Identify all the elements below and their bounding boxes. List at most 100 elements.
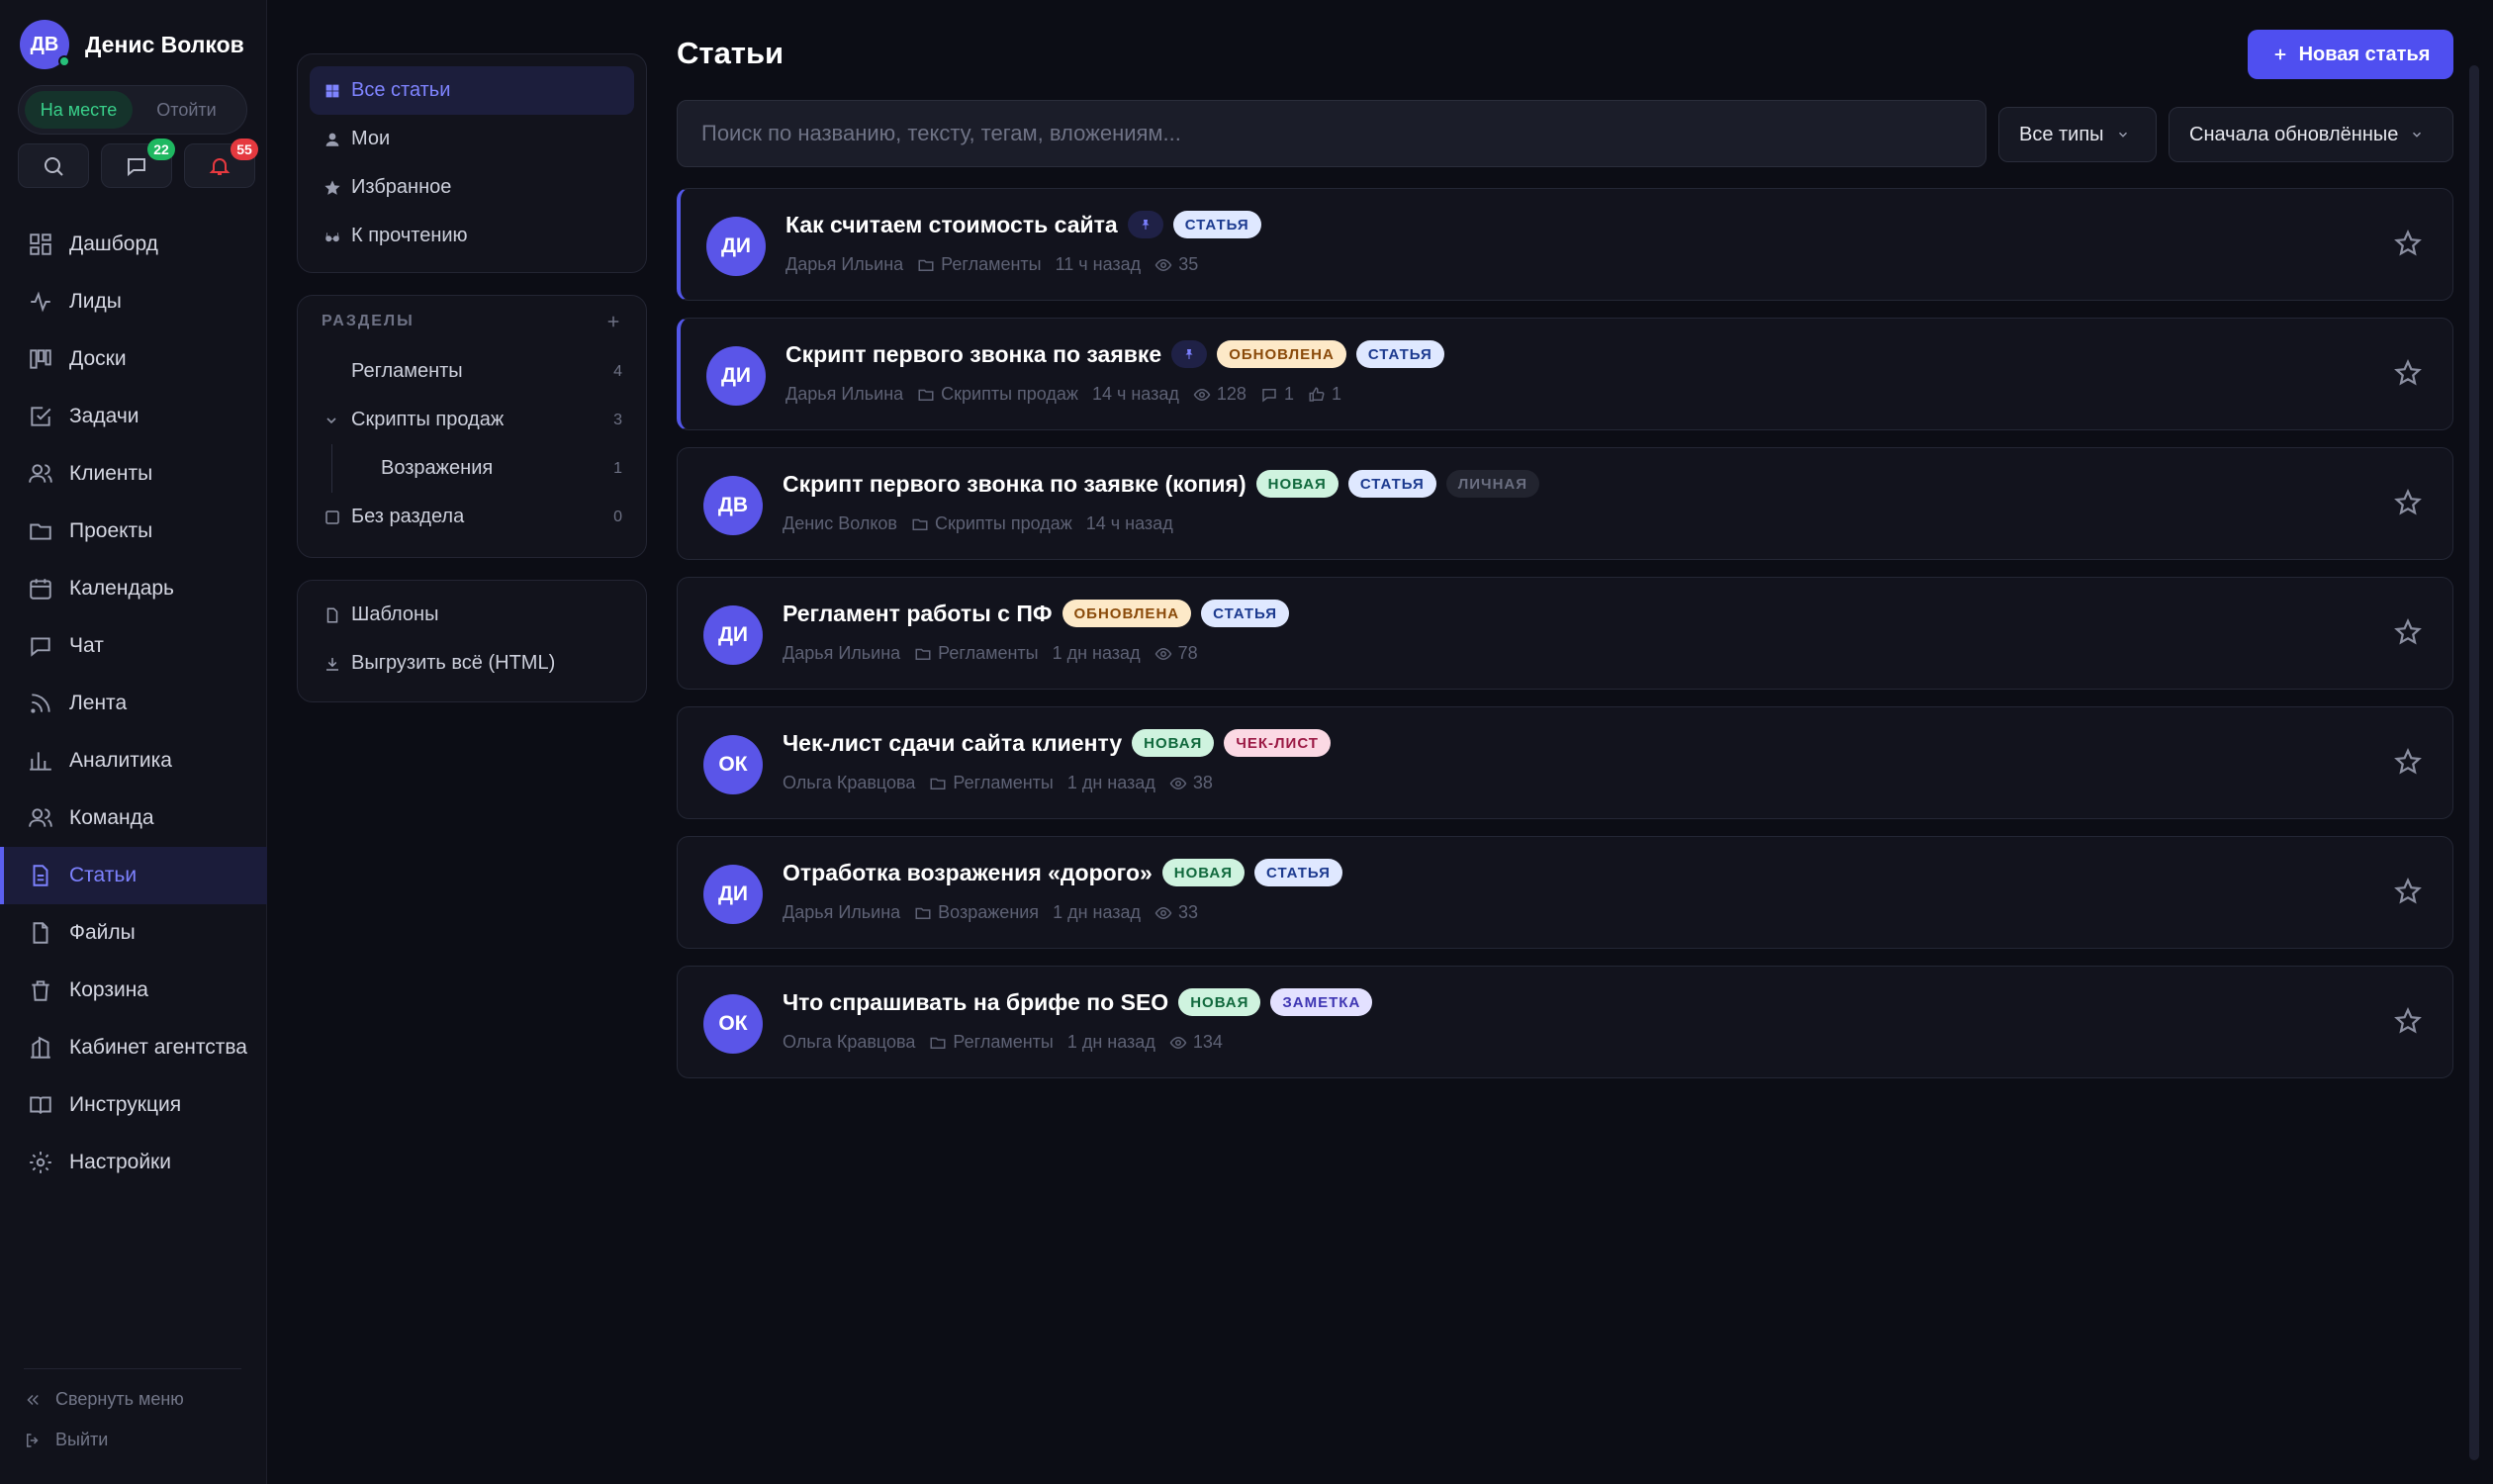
templates-link[interactable]: Шаблоны: [310, 591, 634, 639]
article-likes[interactable]: 1: [1308, 384, 1341, 405]
section-item-no-section[interactable]: Без раздела 0: [298, 493, 646, 541]
document-icon: [33, 865, 48, 886]
filter-star[interactable]: Избранное: [310, 163, 634, 212]
folder-icon: [930, 778, 946, 789]
sidebar-item-team[interactable]: Команда: [0, 789, 267, 847]
section-item-objections[interactable]: Возражения 1: [298, 444, 646, 493]
article-section[interactable]: Скрипты продаж: [917, 384, 1078, 405]
collapse-menu-button[interactable]: Свернуть меню: [24, 1389, 184, 1410]
article-section[interactable]: Регламенты: [917, 254, 1042, 275]
type-filter-select[interactable]: Все типы: [1998, 107, 2157, 162]
article-author[interactable]: Денис Волков: [783, 513, 897, 534]
sidebar-item-analytics[interactable]: Аналитика: [0, 732, 267, 789]
section-item-reglamenty[interactable]: Регламенты 4: [298, 347, 646, 396]
sidebar-item-activity[interactable]: Лиды: [0, 273, 267, 330]
search-input[interactable]: Поиск по названию, тексту, тегам, вложен…: [677, 100, 1986, 167]
eye-icon: [1169, 777, 1187, 789]
messages-button[interactable]: 22: [101, 139, 175, 188]
article-title[interactable]: Скрипт первого звонка по заявке (копия): [783, 471, 1246, 498]
article-time: 14 ч назад: [1091, 384, 1179, 404]
sidebar-item-users[interactable]: Клиенты: [0, 445, 267, 503]
filter-person[interactable]: Мои: [310, 115, 634, 163]
article-section[interactable]: Возражения: [914, 902, 1039, 923]
article-tag: СТАТЬЯ: [1172, 211, 1261, 238]
sidebar-item-document[interactable]: Статьи: [0, 847, 267, 904]
new-article-button[interactable]: Новая статья: [2248, 30, 2453, 79]
article-section[interactable]: Регламенты: [914, 643, 1039, 664]
sidebar-item-feed[interactable]: Лента: [0, 675, 267, 732]
article-title[interactable]: Чек-лист сдачи сайта клиенту: [783, 730, 1122, 757]
status-away-button[interactable]: Отойти: [133, 91, 240, 129]
sidebar-item-book[interactable]: Инструкция: [0, 1076, 267, 1134]
sort-select[interactable]: Сначала обновлённые: [2169, 107, 2453, 162]
search-button[interactable]: [18, 143, 89, 188]
article-title[interactable]: Скрипт первого звонка по заявке: [785, 341, 1161, 368]
filter-grid[interactable]: Все статьи: [310, 66, 634, 115]
notifications-button[interactable]: 55: [184, 139, 258, 188]
avatar-initials: ДИ: [717, 882, 749, 905]
article-card[interactable]: ДИ Регламент работы с ПФ ОБНОВЛЕНА СТАТЬЯ …: [677, 577, 2453, 690]
article-card[interactable]: ДИ Отработка возражения «дорого» НОВАЯ СТА…: [677, 836, 2453, 949]
article-card[interactable]: ОК Что спрашивать на брифе по SEO НОВАЯ ЗА…: [677, 966, 2453, 1078]
scrollbar[interactable]: [2469, 65, 2479, 1460]
article-author[interactable]: Дарья Ильина: [785, 384, 903, 405]
star-icon[interactable]: [2393, 229, 2423, 258]
article-section[interactable]: Скрипты продаж: [911, 513, 1072, 534]
avatar-initials: ДВ: [717, 494, 749, 516]
sidebar-item-trash[interactable]: Корзина: [0, 962, 267, 1019]
article-section[interactable]: Регламенты: [929, 773, 1054, 793]
eye-icon: [1193, 388, 1211, 401]
chevron-down-icon[interactable]: [323, 413, 339, 428]
star-icon[interactable]: [2393, 617, 2423, 647]
logout-button[interactable]: Выйти: [24, 1430, 108, 1450]
eye-icon: [1154, 647, 1171, 660]
sidebar-item-calendar[interactable]: Календарь: [0, 560, 267, 617]
star-icon[interactable]: [2393, 877, 2423, 906]
article-author[interactable]: Дарья Ильина: [785, 254, 903, 275]
article-title-row: Чек-лист сдачи сайта клиенту НОВАЯ ЧЕК-ЛИС…: [783, 729, 1331, 757]
article-card[interactable]: ДВ Скрипт первого звонка по заявке (копи…: [677, 447, 2453, 560]
article-time: 1 дн назад: [1052, 643, 1141, 663]
filter-glasses[interactable]: К прочтению: [310, 212, 634, 260]
article-title[interactable]: Регламент работы с ПФ: [783, 601, 1053, 627]
download-icon: [326, 657, 338, 671]
article-title[interactable]: Как считаем стоимость сайта: [785, 212, 1118, 238]
star-icon[interactable]: [2393, 358, 2423, 388]
chevron-down-icon: [2413, 132, 2422, 138]
sidebar-item-task[interactable]: Задачи: [0, 388, 267, 445]
filter-label: К прочтению: [351, 225, 468, 246]
article-author[interactable]: Ольга Кравцова: [783, 1032, 915, 1053]
add-section-icon[interactable]: [604, 313, 622, 330]
sidebar-item-folder[interactable]: Проекты: [0, 503, 267, 560]
status-present-button[interactable]: На месте: [25, 91, 133, 129]
sidebar-item-chat[interactable]: Чат: [0, 617, 267, 675]
sidebar-item-file[interactable]: Файлы: [0, 904, 267, 962]
views-count: 38: [1192, 773, 1213, 792]
star-icon[interactable]: [2393, 1006, 2423, 1036]
sidebar-item-gear[interactable]: Настройки: [0, 1134, 267, 1191]
sidebar-item-dashboard[interactable]: Дашборд: [0, 216, 267, 273]
sidebar-item-board[interactable]: Доски: [0, 330, 267, 388]
article-author[interactable]: Дарья Ильина: [783, 643, 900, 664]
section-item-scripts[interactable]: Скрипты продаж 3: [298, 396, 646, 444]
avatar-initials: ДИ: [720, 234, 752, 257]
article-author[interactable]: Ольга Кравцова: [783, 773, 915, 793]
article-tag: НОВАЯ: [1178, 988, 1261, 1016]
sidebar-item-building[interactable]: Кабинет агентства: [0, 1019, 267, 1076]
article-title[interactable]: Что спрашивать на брифе по SEO: [783, 989, 1168, 1016]
user-block[interactable]: ДВ Денис Волков: [20, 20, 244, 69]
pinned-tag: [1127, 211, 1163, 238]
article-card[interactable]: ДИ Скрипт первого звонка по заявке ОБНОВЛ…: [677, 318, 2453, 430]
star-icon[interactable]: [2393, 488, 2423, 517]
views-count: 134: [1192, 1032, 1223, 1052]
sidebar-item-label: Задачи: [69, 405, 139, 427]
article-views: 128: [1193, 384, 1246, 405]
article-card[interactable]: ДИ Как считаем стоимость сайта СТАТЬЯ Дар…: [677, 188, 2453, 301]
article-card[interactable]: ОК Чек-лист сдачи сайта клиенту НОВАЯ ЧЕК-…: [677, 706, 2453, 819]
export-html-button[interactable]: Выгрузить всё (HTML): [310, 639, 634, 688]
article-section[interactable]: Регламенты: [929, 1032, 1054, 1053]
article-author[interactable]: Дарья Ильина: [783, 902, 900, 923]
article-title[interactable]: Отработка возражения «дорого»: [783, 860, 1153, 886]
star-icon[interactable]: [2393, 747, 2423, 777]
section-name: Регламенты: [941, 254, 1042, 274]
